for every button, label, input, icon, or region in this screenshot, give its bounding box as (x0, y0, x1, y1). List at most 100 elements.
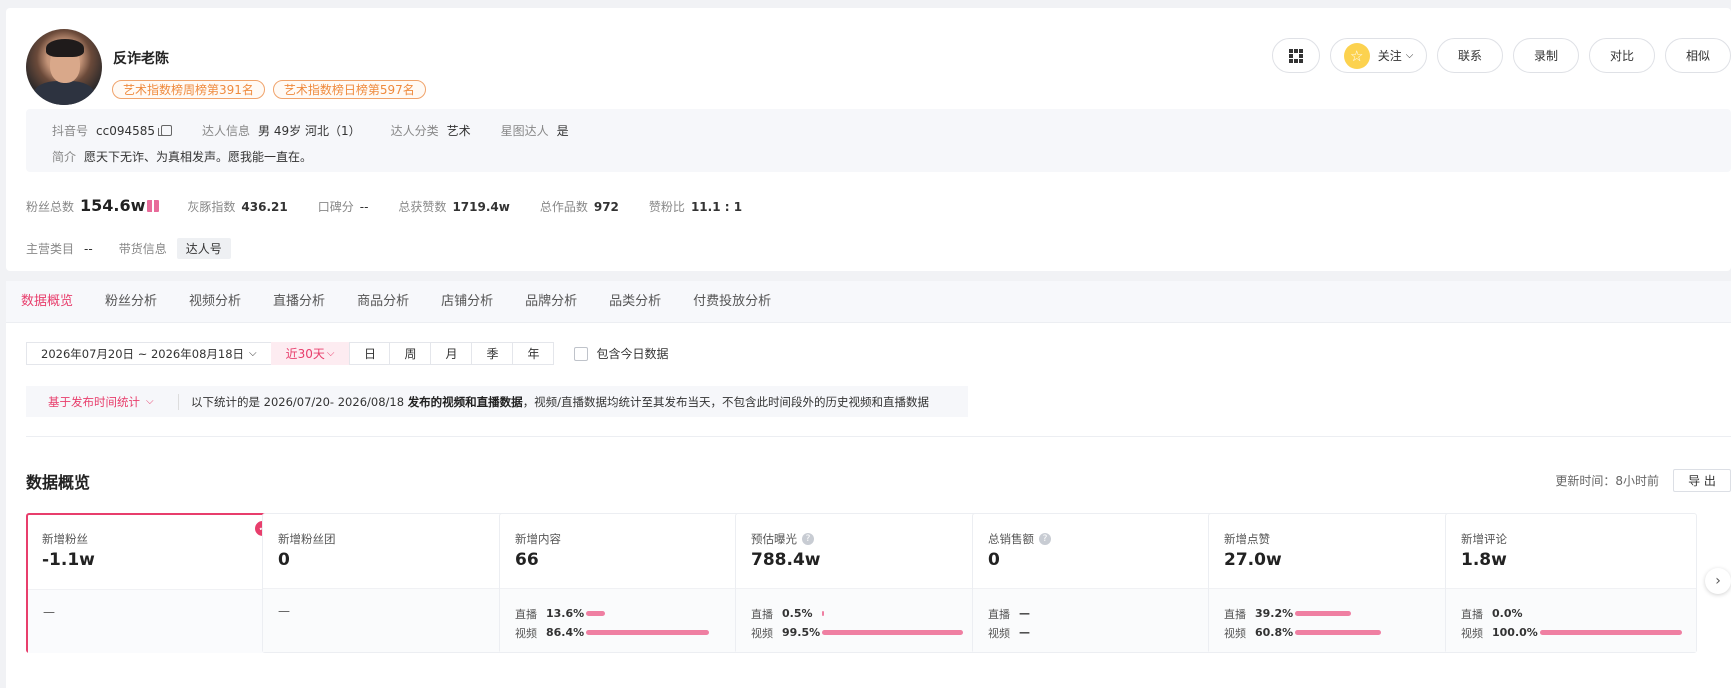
include-today-toggle[interactable]: 包含今日数据 (574, 345, 669, 362)
action-bar: ☆ 关注 ⌵ 联系 录制 对比 相似 (1272, 38, 1731, 73)
metric-value: 27.0w (1224, 550, 1282, 570)
rank-tag-daily[interactable]: 艺术指数榜日榜第597名 (272, 80, 426, 99)
talent-info-label: 达人信息 (202, 124, 251, 138)
tab-fans[interactable]: 粉丝分析 (105, 281, 157, 323)
category-label: 达人分类 (390, 124, 439, 138)
chevron-down-icon: ⌵ (1405, 50, 1414, 61)
segment-day[interactable]: 日 (349, 342, 391, 365)
segment-week[interactable]: 周 (390, 342, 432, 365)
metric-value: 1.8w (1461, 550, 1507, 570)
segment-year[interactable]: 年 (513, 342, 555, 365)
stat-basis-select[interactable]: 基于发布时间统计 ⌵ (26, 393, 179, 410)
qr-code-button[interactable] (1272, 38, 1320, 73)
notice-suffix: ，视频/直播数据均统计至其发布当天，不包含此时间段外的历史视频和直播数据 (522, 394, 930, 409)
likes-label: 总获赞数 (398, 200, 447, 214)
date-filter-row: 2026年07月20日 ~ 2026年08月18日 ⌵ 近30天 ⌵ 日 周 月… (26, 342, 669, 365)
main-category-label: 主营类目 (26, 242, 75, 256)
video-label: 视频 (1461, 626, 1483, 640)
avatar[interactable] (26, 29, 102, 105)
metric-card-new-likes[interactable]: 新增点赞 27.0w 直播 39.2% 视频 60.8% (1208, 513, 1460, 653)
segment-month[interactable]: 月 (431, 342, 473, 365)
metric-card-new-content[interactable]: 新增内容 66 直播 13.6% 视频 86.4% (499, 513, 751, 653)
talent-name: 反诈老陈 (113, 51, 169, 67)
notice-text: 以下统计的是 2026/07/20- 2026/08/18 发布的视频和直播数据… (179, 394, 929, 410)
likes-value: 1719.4w (452, 200, 510, 214)
follow-label: 关注 (1377, 49, 1402, 63)
live-label: 直播 (515, 607, 537, 621)
segment-quarter[interactable]: 季 (472, 342, 514, 365)
metric-label-text: 预估曝光 (751, 532, 797, 546)
profile-card: 反诈老陈 艺术指数榜周榜第391名 艺术指数榜日榜第597名 ☆ 关注 ⌵ 联系… (6, 8, 1731, 271)
tab-live[interactable]: 直播分析 (273, 281, 325, 323)
category-value: 艺术 (446, 124, 471, 138)
preset-30-days[interactable]: 近30天 ⌵ (270, 342, 350, 365)
export-button[interactable]: 导 出 (1673, 469, 1731, 492)
update-area: 更新时间：8小时前 导 出 (1555, 469, 1731, 492)
star-icon: ☆ (1343, 42, 1370, 69)
metric-card-new-fan-club[interactable]: 新增粉丝团 0 — (262, 513, 514, 653)
tab-store[interactable]: 店铺分析 (441, 281, 493, 323)
metric-value: 788.4w (751, 550, 821, 570)
copy-icon[interactable] (158, 125, 173, 136)
goods-info-badge: 达人号 (176, 238, 231, 259)
metric-card-estimated-exposure[interactable]: 预估曝光? 788.4w 直播 0.5% 视频 99.5% (735, 513, 987, 653)
metric-card-new-fans[interactable]: ✓ 新增粉丝 -1.1w — (26, 513, 278, 653)
fans-value: 154.6w (80, 196, 146, 215)
update-time: 更新时间：8小时前 (1555, 474, 1659, 488)
stat-notice: 基于发布时间统计 ⌵ 以下统计的是 2026/07/20- 2026/08/18… (26, 386, 968, 417)
metric-card-total-sales[interactable]: 总销售额? 0 直播 — 视频 — (972, 513, 1224, 653)
similar-button[interactable]: 相似 (1665, 38, 1731, 73)
include-today-checkbox[interactable] (574, 346, 589, 361)
qr-code-icon (1289, 48, 1303, 63)
video-pct: 60.8% (1255, 626, 1294, 639)
metric-label: 新增粉丝团 (278, 532, 336, 546)
hui-index-label: 灰豚指数 (187, 200, 236, 214)
metric-label: 新增点赞 (1224, 532, 1270, 546)
help-icon[interactable]: ? (1039, 533, 1051, 545)
douyin-id-label: 抖音号 (52, 124, 89, 138)
record-button[interactable]: 录制 (1513, 38, 1579, 73)
metric-card-new-comments[interactable]: 新增评论 1.8w 直播 0.0% 视频 100.0% (1445, 513, 1697, 653)
help-icon[interactable]: ? (802, 533, 814, 545)
star-talent-label: 星图达人 (500, 124, 549, 138)
metric-label: 新增粉丝 (42, 532, 88, 546)
date-range-picker[interactable]: 2026年07月20日 ~ 2026年08月18日 ⌵ (26, 342, 271, 365)
bio-label: 简介 (52, 150, 77, 164)
metric-value: 0 (278, 550, 290, 570)
fans-label: 粉丝总数 (26, 200, 75, 214)
divider (26, 436, 1731, 437)
works-value: 972 (593, 200, 619, 214)
hui-index-value: 436.21 (241, 200, 288, 214)
chart-icon[interactable] (147, 200, 160, 212)
overview-panel: 2026年07月20日 ~ 2026年08月18日 ⌵ 近30天 ⌵ 日 周 月… (6, 323, 1731, 688)
live-pct: 13.6% (546, 607, 585, 620)
main-category-value: -- (84, 241, 93, 256)
live-pct: 0.5% (782, 607, 813, 620)
bio-text: 愿天下无诈、为真相发声。愿我能一直在。 (84, 150, 313, 164)
tab-brand[interactable]: 品牌分析 (525, 281, 577, 323)
section-title: 数据概览 (26, 473, 91, 492)
date-range-text: 2026年07月20日 ~ 2026年08月18日 (41, 346, 245, 361)
tab-video[interactable]: 视频分析 (189, 281, 241, 323)
star-talent-value: 是 (556, 124, 569, 138)
compare-button[interactable]: 对比 (1589, 38, 1655, 73)
works-label: 总作品数 (539, 200, 588, 214)
analysis-tabs: 数据概览 粉丝分析 视频分析 直播分析 商品分析 店铺分析 品牌分析 品类分析 … (6, 281, 1731, 323)
video-pct: 99.5% (782, 626, 821, 639)
chevron-right-icon[interactable]: › (1705, 568, 1731, 594)
live-bar (822, 611, 824, 616)
chevron-down-icon: ⌵ (146, 396, 154, 407)
tab-overview[interactable]: 数据概览 (21, 281, 73, 323)
chevron-down-icon: ⌵ (326, 348, 335, 359)
rank-tag-weekly[interactable]: 艺术指数榜周榜第391名 (112, 80, 265, 99)
talent-info-value: 男 49岁 河北（1） (258, 124, 361, 138)
video-bar (586, 630, 709, 635)
tab-paid-ads[interactable]: 付费投放分析 (693, 281, 771, 323)
tab-category[interactable]: 品类分析 (609, 281, 661, 323)
stat-basis-label: 基于发布时间统计 (48, 394, 140, 409)
contact-button[interactable]: 联系 (1437, 38, 1503, 73)
live-bar (586, 611, 606, 616)
tab-goods[interactable]: 商品分析 (357, 281, 409, 323)
follow-button[interactable]: ☆ 关注 ⌵ (1330, 38, 1427, 73)
info-box: 抖音号 cc094585 达人信息 男 49岁 河北（1） 达人分类 艺术 星图… (26, 109, 1731, 172)
